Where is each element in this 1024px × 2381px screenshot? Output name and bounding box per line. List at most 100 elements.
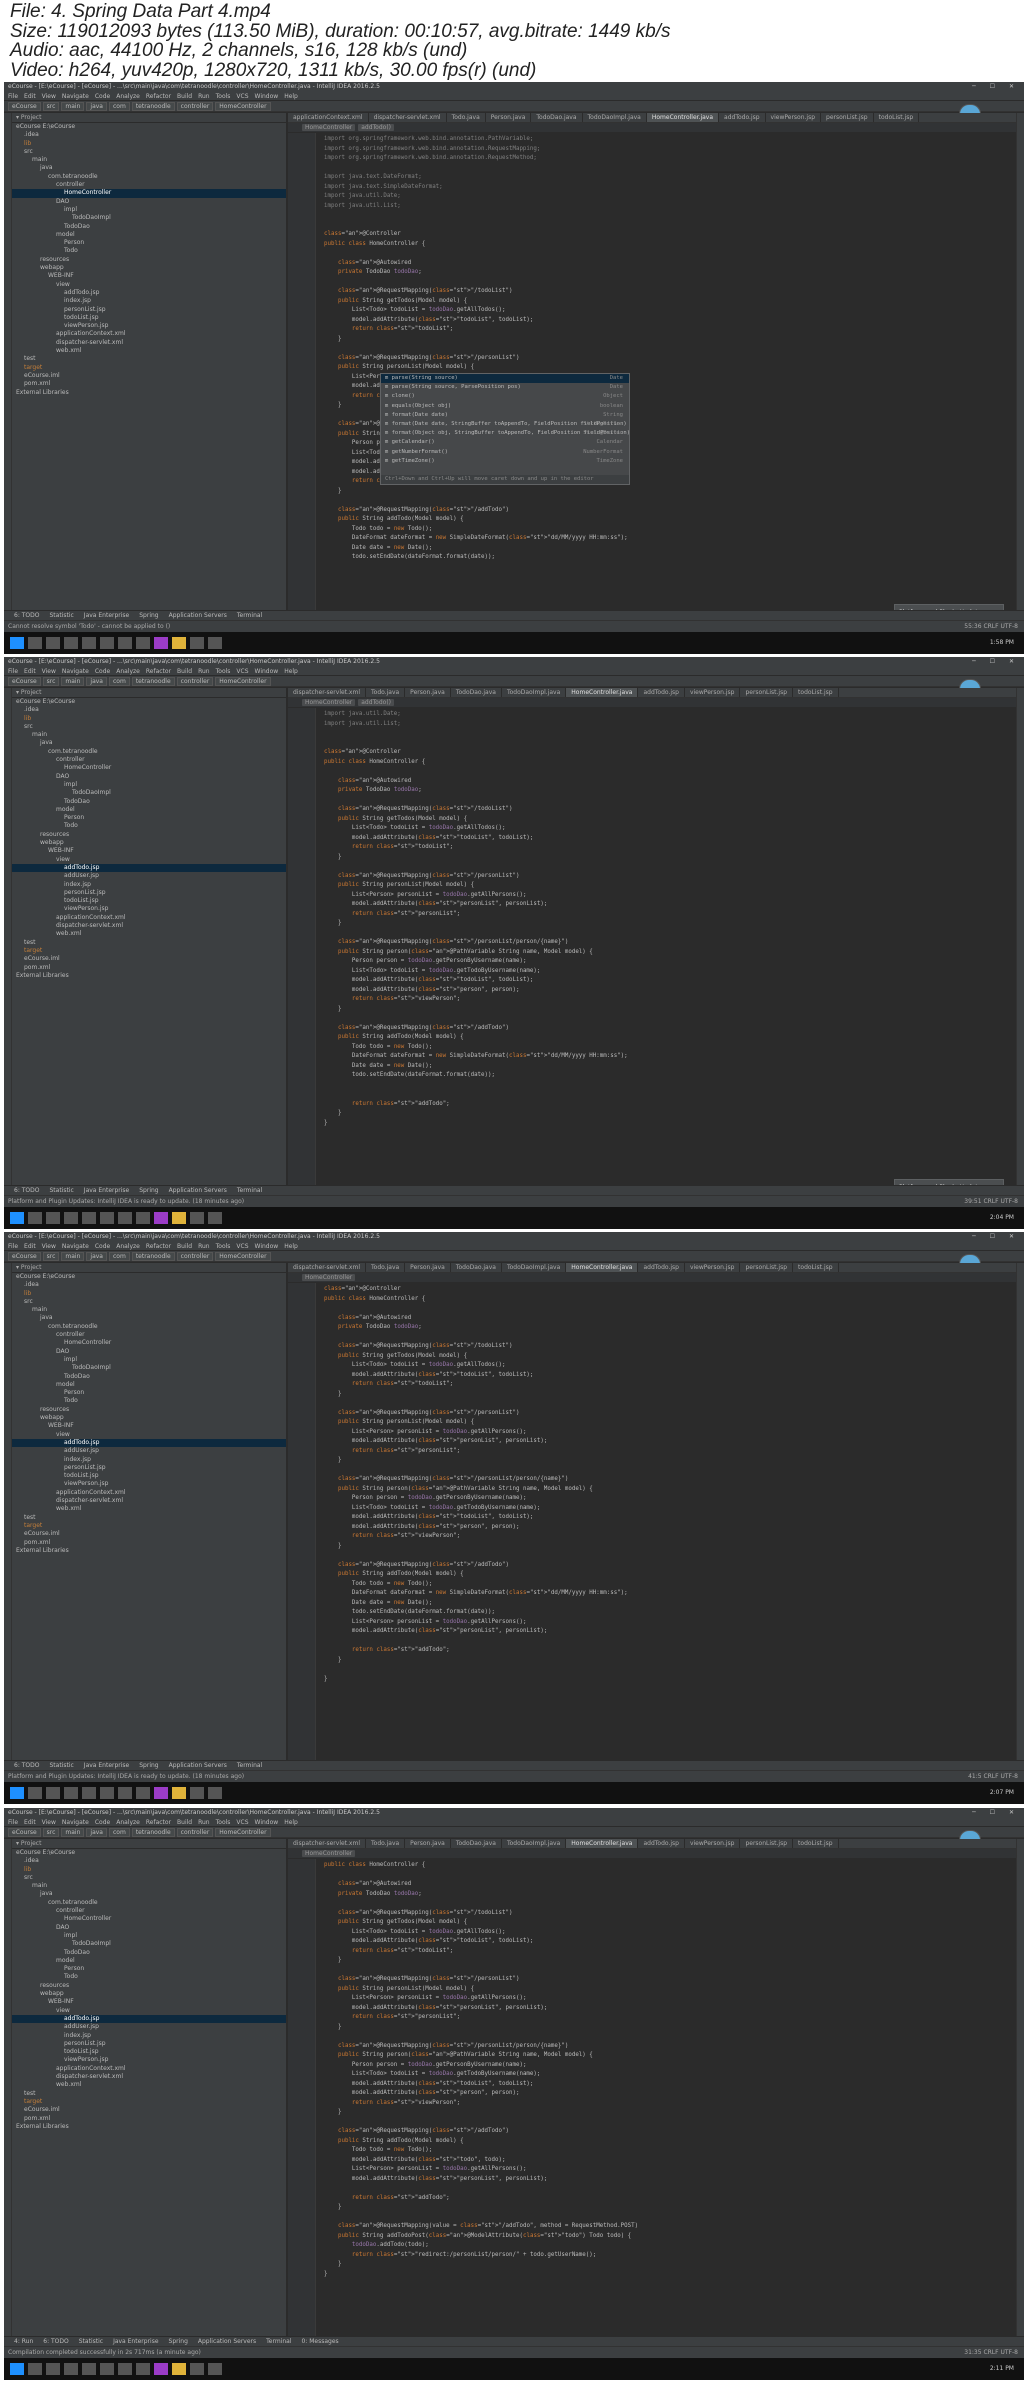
tree-node[interactable]: personList.jsp: [12, 889, 286, 897]
tree-node[interactable]: DAO: [12, 1348, 286, 1356]
tree-node[interactable]: Todo: [12, 1397, 286, 1405]
tool-window-button[interactable]: Application Servers: [198, 2338, 256, 2345]
tool-window-button[interactable]: Terminal: [237, 1187, 262, 1194]
tree-node[interactable]: java: [12, 164, 286, 172]
taskbar-app-icon[interactable]: [154, 1786, 168, 1799]
tree-node[interactable]: src: [12, 723, 286, 731]
tree-node[interactable]: applicationContext.xml: [12, 1489, 286, 1497]
tree-node[interactable]: test: [12, 2090, 286, 2098]
menu-item[interactable]: Run: [198, 1819, 210, 1826]
tree-node[interactable]: viewPerson.jsp: [12, 322, 286, 330]
taskbar-app-icon[interactable]: [208, 1211, 222, 1224]
tree-node[interactable]: eCourse E:\eCourse: [12, 698, 286, 706]
tool-window-button[interactable]: 6: TODO: [14, 1762, 39, 1769]
menu-item[interactable]: Refactor: [146, 93, 171, 100]
menu-item[interactable]: VCS: [236, 1243, 248, 1250]
autocomplete-item[interactable]: m parse(String source, ParsePosition pos…: [381, 383, 629, 392]
taskbar-app-icon[interactable]: [46, 1211, 60, 1224]
tree-node[interactable]: web.xml: [12, 930, 286, 938]
editor-tab[interactable]: dispatcher-servlet.xml: [288, 688, 366, 697]
project-panel-header[interactable]: ▾ Project: [12, 688, 286, 698]
tool-window-button[interactable]: 6: TODO: [14, 612, 39, 619]
tree-node[interactable]: eCourse.iml: [12, 955, 286, 963]
menu-item[interactable]: Analyze: [116, 1243, 140, 1250]
editor-tab[interactable]: viewPerson.jsp: [766, 113, 822, 122]
autocomplete-item[interactable]: m format(Object obj, StringBuffer toAppe…: [381, 429, 630, 438]
tree-node[interactable]: index.jsp: [12, 881, 286, 889]
menu-item[interactable]: Navigate: [62, 1243, 89, 1250]
taskbar-app-icon[interactable]: [208, 2362, 222, 2375]
tree-node[interactable]: java: [12, 1314, 286, 1322]
menu-item[interactable]: Navigate: [62, 668, 89, 675]
editor-tab[interactable]: addTodo.jsp: [638, 1839, 685, 1848]
autocomplete-item[interactable]: m getNumberFormat() NumberFormat: [381, 448, 629, 457]
menu-item[interactable]: Run: [198, 668, 210, 675]
tree-node[interactable]: resources: [12, 1982, 286, 1990]
tree-node[interactable]: .idea: [12, 706, 286, 714]
menu-item[interactable]: View: [42, 93, 56, 100]
tree-node[interactable]: personList.jsp: [12, 2040, 286, 2048]
tree-node[interactable]: HomeController: [12, 1915, 286, 1923]
editor-tab[interactable]: personList.jsp: [740, 1839, 794, 1848]
nav-crumb[interactable]: java: [86, 1828, 107, 1837]
editor-tab[interactable]: TodoDao.java: [531, 113, 583, 122]
right-tool-strip[interactable]: [1016, 113, 1024, 632]
editor-tab[interactable]: Todo.java: [447, 113, 486, 122]
tree-node[interactable]: main: [12, 731, 286, 739]
tree-node[interactable]: web.xml: [12, 347, 286, 355]
tree-node[interactable]: applicationContext.xml: [12, 330, 286, 338]
nav-crumb[interactable]: java: [86, 102, 107, 111]
nav-crumb[interactable]: eCourse: [8, 677, 41, 686]
editor-tab[interactable]: dispatcher-servlet.xml: [288, 1263, 366, 1272]
code-area[interactable]: public class HomeController { class="an"…: [324, 1861, 1006, 2358]
editor-tab[interactable]: HomeController.java: [566, 688, 639, 697]
menu-item[interactable]: Refactor: [146, 668, 171, 675]
taskbar-app-icon[interactable]: [82, 2362, 96, 2375]
nav-crumb[interactable]: main: [61, 102, 85, 111]
taskbar-app-icon[interactable]: [100, 1211, 114, 1224]
editor-tab[interactable]: TodoDaoImpl.java: [502, 1839, 567, 1848]
menu-item[interactable]: Code: [95, 668, 110, 675]
menu-item[interactable]: Navigate: [62, 1819, 89, 1826]
editor-tab[interactable]: Person.java: [405, 1839, 451, 1848]
tool-window-button[interactable]: Spring: [139, 1762, 158, 1769]
tree-node[interactable]: TodoDaoImpl: [12, 789, 286, 797]
menu-item[interactable]: Edit: [24, 1819, 36, 1826]
tree-node[interactable]: resources: [12, 1406, 286, 1414]
nav-crumb[interactable]: com: [108, 1252, 130, 1261]
menu-item[interactable]: Build: [177, 1819, 192, 1826]
tree-node[interactable]: controller: [12, 1907, 286, 1915]
editor-tab[interactable]: viewPerson.jsp: [685, 688, 741, 697]
tree-node[interactable]: view: [12, 856, 286, 864]
tree-node[interactable]: dispatcher-servlet.xml: [12, 1497, 286, 1505]
tree-node[interactable]: DAO: [12, 773, 286, 781]
tree-node[interactable]: com.tetranoodle: [12, 173, 286, 181]
tree-node[interactable]: web.xml: [12, 1505, 286, 1513]
taskbar-app-icon[interactable]: [10, 2362, 24, 2375]
taskbar-app-icon[interactable]: [100, 2362, 114, 2375]
tree-node[interactable]: eCourse.iml: [12, 372, 286, 380]
tree-node[interactable]: addUser.jsp: [12, 2023, 286, 2031]
tree-node[interactable]: personList.jsp: [12, 1464, 286, 1472]
right-tool-strip[interactable]: [1016, 1263, 1024, 1782]
tree-node[interactable]: Person: [12, 1389, 286, 1397]
tool-window-button[interactable]: Statistic: [49, 612, 73, 619]
tool-window-button[interactable]: 0: Messages: [301, 2338, 338, 2345]
nav-crumb[interactable]: com: [108, 102, 130, 111]
tree-node[interactable]: TodoDaoImpl: [12, 1364, 286, 1372]
right-tool-strip[interactable]: [1016, 688, 1024, 1207]
editor-tab[interactable]: addTodo.jsp: [638, 1263, 685, 1272]
editor-tab[interactable]: personList.jsp: [821, 113, 874, 122]
nav-crumb[interactable]: HomeController: [215, 102, 271, 111]
left-tool-strip[interactable]: [4, 113, 12, 632]
editor-tab[interactable]: personList.jsp: [740, 688, 794, 697]
editor-crumb[interactable]: addTodo(): [358, 699, 395, 706]
nav-crumb[interactable]: tetranoodle: [131, 1828, 175, 1837]
tree-node[interactable]: HomeController: [12, 1339, 286, 1347]
tree-node[interactable]: model: [12, 1957, 286, 1965]
taskbar-app-icon[interactable]: [190, 2362, 204, 2375]
taskbar-app-icon[interactable]: [136, 1211, 150, 1224]
tree-node[interactable]: webapp: [12, 839, 286, 847]
tree-node[interactable]: webapp: [12, 264, 286, 272]
tree-node[interactable]: Person: [12, 814, 286, 822]
